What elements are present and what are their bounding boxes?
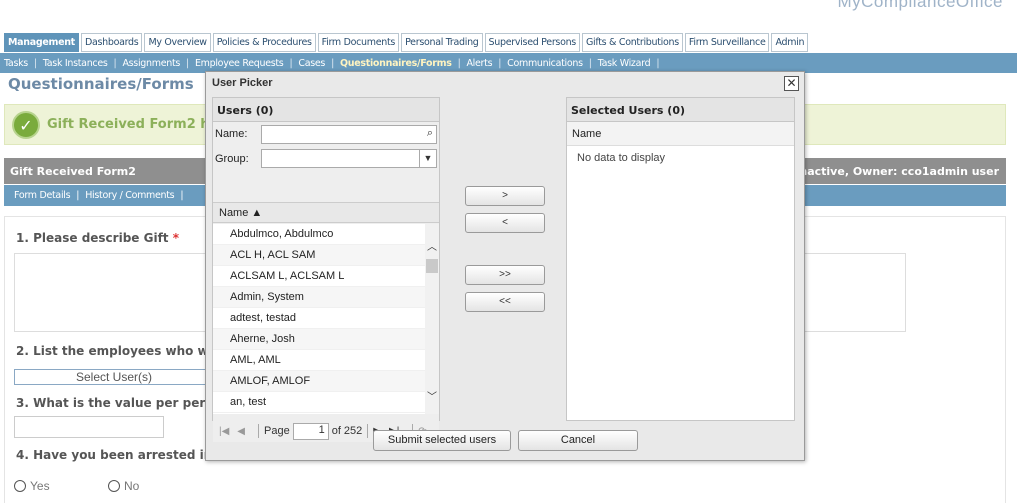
radio-circle-icon [108, 480, 120, 492]
check-icon: ✓ [12, 111, 40, 139]
tab-my-overview[interactable]: My Overview [144, 33, 211, 52]
move-left-button[interactable]: < [465, 213, 545, 233]
tab-personal-trading[interactable]: Personal Trading [401, 33, 483, 52]
chevron-up-icon[interactable]: ︿ [427, 238, 437, 253]
move-right-button[interactable]: > [465, 186, 545, 206]
subnav-employee-requests[interactable]: Employee Requests [195, 58, 284, 69]
main-tabs: Management Dashboards My Overview Polici… [4, 33, 810, 52]
chevron-down-icon[interactable]: ▼ [419, 150, 436, 167]
no-data-message: No data to display [577, 152, 666, 164]
user-row[interactable]: Admin, System [213, 287, 425, 308]
user-row[interactable]: Aherne, Josh [213, 329, 425, 350]
page-title: Questionnaires/Forms [8, 75, 194, 93]
question-4: 4. Have you been arrested in th [16, 448, 231, 462]
chevron-down-icon[interactable]: ﹀ [427, 388, 437, 403]
tab-firm-surveillance[interactable]: Firm Surveillance [684, 33, 770, 52]
radio-yes-label: Yes [30, 479, 50, 493]
name-filter-input[interactable]: ⌕ [261, 125, 437, 144]
user-row[interactable]: an, test [213, 392, 425, 413]
radio-circle-icon [14, 480, 26, 492]
page: MyComplianceOffice Management Dashboards… [0, 0, 1017, 503]
selected-users-panel: Selected Users (0) Name No data to displ… [566, 97, 795, 421]
tab-admin[interactable]: Admin [771, 33, 809, 52]
group-select[interactable]: ▼ [261, 149, 437, 168]
tab-supervised-persons[interactable]: Supervised Persons [484, 33, 580, 52]
question-1: 1. Please describe Gift * [16, 231, 179, 245]
cancel-button[interactable]: Cancel [518, 430, 638, 451]
users-list: Abdulmco, Abdulmco ACL H, ACL SAM ACLSAM… [213, 224, 425, 414]
prev-page-icon[interactable]: ◀ [237, 426, 245, 437]
selected-name-column[interactable]: Name [567, 122, 794, 146]
users-panel: Users (0) Name: ⌕ Group: ▼ Name ▲ Abdulm… [212, 97, 440, 442]
subnav-alerts[interactable]: Alerts [466, 58, 492, 69]
value-input[interactable] [14, 416, 164, 438]
tab-dashboards[interactable]: Dashboards [80, 33, 143, 52]
select-users-button[interactable]: Select User(s) [14, 369, 214, 385]
subnav-communications[interactable]: Communications [507, 58, 583, 69]
name-label: Name: [215, 128, 248, 140]
subnav-assignments[interactable]: Assignments [122, 58, 180, 69]
subnav-cases[interactable]: Cases [298, 58, 325, 69]
banner-text: Gift Received Form2 has [47, 117, 227, 132]
scroll-thumb[interactable] [426, 259, 438, 273]
users-header: Users (0) [213, 98, 439, 122]
dialog-title: User Picker [212, 77, 273, 89]
tab-history-comments[interactable]: History / Comments [85, 190, 174, 201]
selected-users-header: Selected Users (0) [567, 98, 794, 122]
user-row[interactable]: AMLOF, AMLOF [213, 371, 425, 392]
tab-gifts[interactable]: Gifts & Contributions [581, 33, 683, 52]
radio-no[interactable]: No [108, 479, 139, 493]
question-1-label: 1. Please describe Gift [16, 231, 169, 245]
submit-selected-users-button[interactable]: Submit selected users [373, 430, 511, 451]
user-row[interactable]: ACLSAM L, ACLSAM L [213, 266, 425, 287]
subnav-task-instances[interactable]: Task Instances [43, 58, 108, 69]
first-page-icon[interactable]: |◀ [219, 426, 229, 437]
user-row[interactable]: adtest, testad [213, 308, 425, 329]
brand-logo: MyComplianceOffice [837, 0, 1003, 11]
name-column-header[interactable]: Name ▲ [213, 202, 439, 223]
tab-policies[interactable]: Policies & Procedures [212, 33, 316, 52]
user-picker-dialog: User Picker ✕ Users (0) Name: ⌕ Group: ▼… [205, 71, 805, 461]
close-icon[interactable]: ✕ [784, 76, 799, 91]
user-row[interactable]: AML, AML [213, 350, 425, 371]
form-status: s:Inactive, Owner: cco1admin user [784, 165, 999, 178]
page-total: of 252 [331, 425, 363, 437]
user-row[interactable]: Abdulmco, Abdulmco [213, 224, 425, 245]
page-label: Page [264, 425, 290, 437]
subnav-task-wizard[interactable]: Task Wizard [598, 58, 651, 69]
form-name: Gift Received Form2 [10, 165, 136, 178]
question-3: 3. What is the value per person [16, 396, 230, 410]
tab-form-details[interactable]: Form Details [14, 190, 71, 201]
subnav-tasks[interactable]: Tasks [4, 58, 28, 69]
radio-no-label: No [124, 479, 140, 493]
search-icon[interactable]: ⌕ [427, 127, 433, 140]
users-scrollbar[interactable]: ︿ ﹀ [425, 224, 439, 414]
subnav-questionnaires[interactable]: Questionnaires/Forms [340, 58, 452, 69]
group-label: Group: [215, 153, 249, 165]
required-marker: * [172, 231, 179, 245]
move-all-right-button[interactable]: >> [465, 265, 545, 285]
sub-navigation: Tasks | Task Instances | Assignments | Empl… [0, 53, 1017, 73]
user-row[interactable]: ACL H, ACL SAM [213, 245, 425, 266]
question-2: 2. List the employees who will b [16, 344, 234, 358]
tab-firm-documents[interactable]: Firm Documents [317, 33, 400, 52]
radio-yes[interactable]: Yes [14, 479, 50, 493]
move-all-left-button[interactable]: << [465, 292, 545, 312]
tab-management[interactable]: Management [4, 33, 79, 52]
page-number-input[interactable]: 1 [292, 422, 329, 440]
